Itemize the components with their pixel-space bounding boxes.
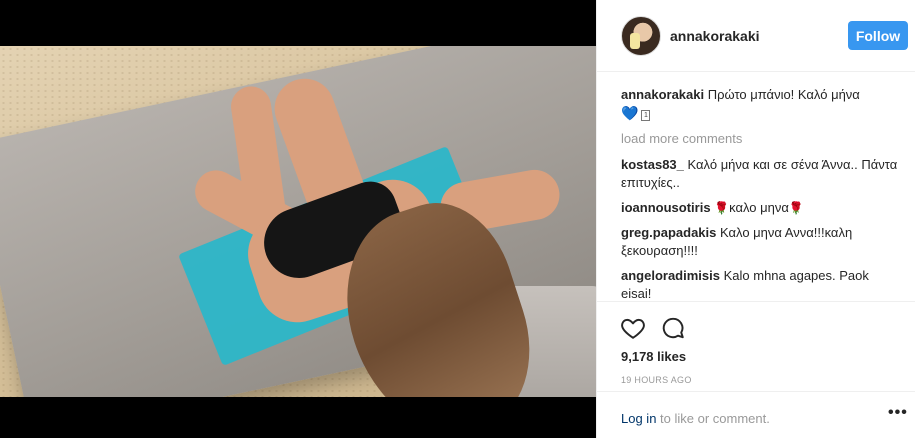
likes-count[interactable]: 9,178 likes [621,349,686,364]
comment-username[interactable]: greg.papadakis [621,225,716,240]
post-header: annakorakaki Follow [597,0,915,72]
comment-item: angeloradimisis Kalo mhna agapes. Paok e… [621,267,901,300]
post-photo[interactable] [0,46,596,397]
post-side-panel: annakorakaki Follow annakorakaki Πρώτο μ… [596,0,915,438]
more-options-icon[interactable]: ••• [888,404,908,422]
keycap-icon: 1 [641,110,651,121]
caption: annakorakaki Πρώτο μπάνιο! Καλό μήνα 💙 1 [621,86,901,122]
login-link[interactable]: Log in [621,411,656,426]
follow-button[interactable]: Follow [848,21,908,50]
comment-bubble-icon [662,317,684,339]
username-link[interactable]: annakorakaki [670,28,760,44]
caption-username[interactable]: annakorakaki [621,87,704,102]
like-button[interactable] [620,315,646,341]
post-timestamp[interactable]: 19 HOURS AGO [621,375,692,385]
caption-text: Πρώτο μπάνιο! Καλό μήνα [707,87,860,102]
load-more-comments-link[interactable]: load more comments [621,130,901,148]
comment-item: ioannousotiris 🌹καλο μηνα🌹 [621,199,901,217]
photo-viewer[interactable] [0,0,596,438]
comment-username[interactable]: angeloradimisis [621,268,720,283]
rose-icon: 🌹 [788,201,804,215]
login-prompt-text: to like or comment. [656,411,770,426]
blue-heart-icon: 💙 [621,105,639,121]
rose-icon: 🌹 [714,201,730,215]
comment-button[interactable] [660,315,686,341]
comment-item: kostas83_ Καλό μήνα και σε σένα Άννα.. Π… [621,156,901,192]
glass-icon [630,33,640,49]
comment-username[interactable]: ioannousotiris [621,200,711,215]
comment-username[interactable]: kostas83_ [621,157,684,172]
comments-list[interactable]: annakorakaki Πρώτο μπάνιο! Καλό μήνα 💙 1 … [621,86,901,300]
post-actions: 9,178 likes 19 HOURS AGO [597,301,915,392]
comment-text: καλο μηνα [729,200,789,215]
avatar[interactable] [621,16,661,56]
login-prompt: Log in to like or comment. [621,411,770,426]
comment-item: greg.papadakis Καλο μηνα Αννα!!!καλη ξεκ… [621,224,901,260]
heart-outline-icon [621,318,645,339]
